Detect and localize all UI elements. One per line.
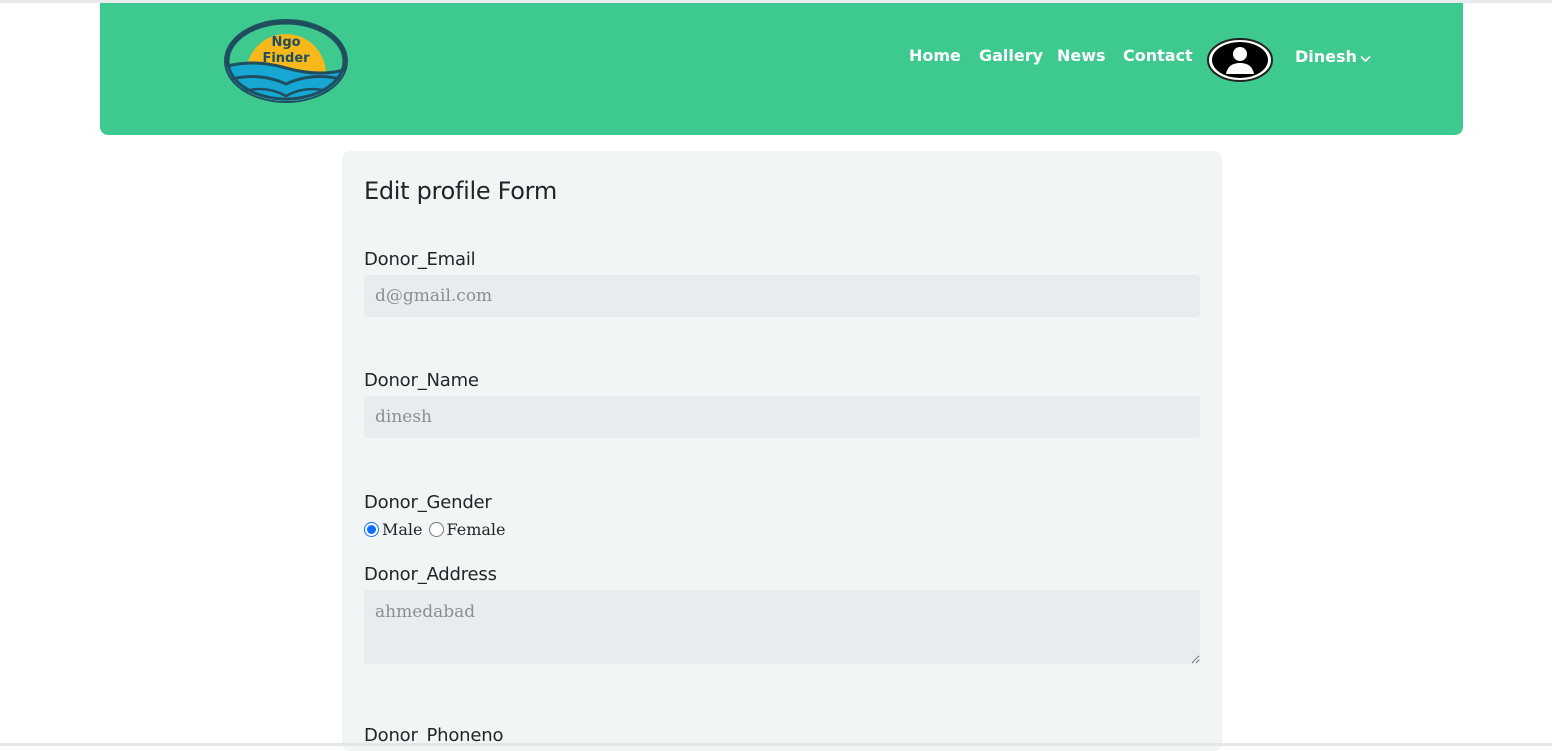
user-menu-dropdown[interactable]: Dinesh [1295, 46, 1371, 67]
user-name: Dinesh [1295, 47, 1357, 66]
gender-male-radio[interactable] [364, 522, 379, 537]
site-header: Ngo Finder Home Gallery News Contact Din… [100, 3, 1463, 135]
gender-radio-group: Male Female [364, 520, 512, 539]
nav-contact-link[interactable]: Contact [1123, 46, 1193, 65]
name-label: Donor_Name [364, 370, 479, 391]
main-nav: Home Gallery News Contact Dinesh [100, 37, 1463, 82]
form-title: Edit profile Form [364, 177, 557, 205]
email-label: Donor_Email [364, 249, 476, 270]
address-label: Donor_Address [364, 564, 497, 585]
name-field[interactable] [364, 396, 1200, 438]
gender-female-radio[interactable] [428, 522, 444, 537]
nav-news-link[interactable]: News [1057, 46, 1106, 65]
gender-label: Donor_Gender [364, 492, 492, 513]
chevron-down-icon [1360, 48, 1371, 67]
nav-home-link[interactable]: Home [909, 46, 961, 65]
user-avatar-icon[interactable] [1206, 37, 1274, 83]
address-field[interactable] [364, 590, 1200, 664]
gender-male-label[interactable]: Male [382, 520, 423, 539]
email-field[interactable] [364, 275, 1200, 317]
gender-female-label[interactable]: Female [447, 520, 506, 539]
edit-profile-card: Edit profile Form Donor_Email Donor_Name… [342, 151, 1222, 751]
nav-gallery-link[interactable]: Gallery [979, 46, 1043, 65]
